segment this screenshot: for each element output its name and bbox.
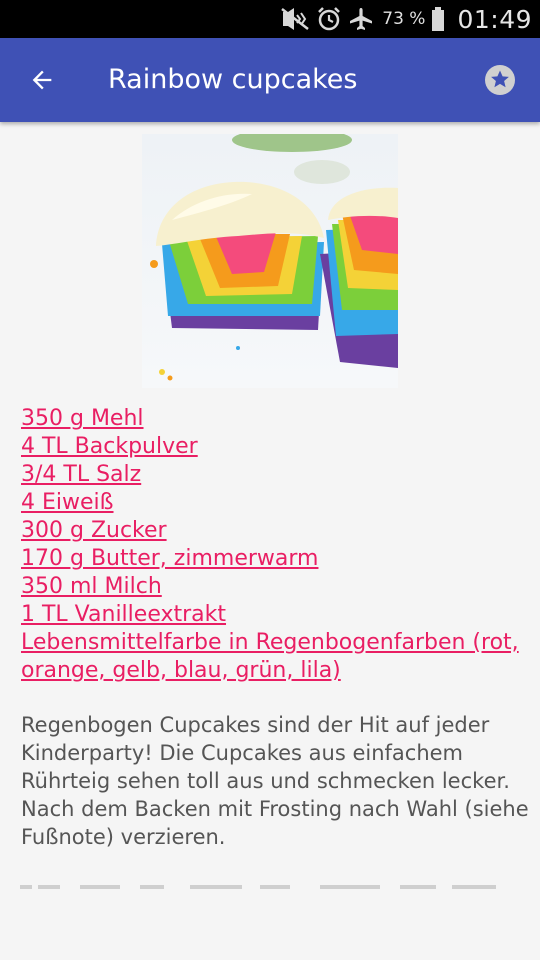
battery-icon [431,6,445,32]
recipe-description: Regenbogen Cupcakes sind der Hit auf jed… [21,713,529,849]
ingredient-link[interactable]: 350 ml Milch [21,574,162,599]
ingredient-item[interactable]: 1 TL Vanilleextrakt [21,601,521,629]
ingredient-item[interactable]: 3/4 TL Salz [21,461,521,489]
ingredient-link[interactable]: 170 g Butter, zimmerwarm [21,546,318,571]
ingredient-item[interactable]: Lebensmittelfarbe in Regenbogenfarben (r… [21,629,521,685]
ingredient-link[interactable]: 4 TL Backpulver [21,434,198,459]
ingredient-link[interactable]: 300 g Zucker [21,518,167,543]
alarm-icon [316,6,342,32]
ingredient-item[interactable]: 350 g Mehl [21,405,521,433]
status-bar: 73 % 01:49 [0,0,540,38]
ingredient-link[interactable]: 1 TL Vanilleextrakt [21,602,226,627]
arrow-back-icon [32,70,52,90]
ingredient-list: 350 g Mehl 4 TL Backpulver 3/4 TL Salz 4… [21,405,521,685]
battery-percent: 73 % [382,9,426,29]
ingredient-link[interactable]: 3/4 TL Salz [21,462,141,487]
status-icons: 73 % 01:49 [280,0,532,38]
ingredient-link[interactable]: 4 Eiweiß [21,490,114,515]
airplane-mode-icon [348,6,374,32]
mute-icon [280,7,310,31]
status-clock: 01:49 [457,4,532,34]
ingredient-item[interactable]: 170 g Butter, zimmerwarm [21,545,521,573]
app-bar: Rainbow cupcakes [0,38,540,122]
ingredient-item[interactable]: 4 TL Backpulver [21,433,521,461]
ingredient-link[interactable]: 350 g Mehl [21,406,144,431]
favorite-button[interactable] [476,56,524,104]
back-button[interactable] [18,56,66,104]
star-icon [485,65,515,95]
recipe-photo [142,134,398,388]
ingredient-item[interactable]: 350 ml Milch [21,573,521,601]
cut-off-text-line [20,878,500,890]
page-title: Rainbow cupcakes [108,64,358,95]
ingredient-link[interactable]: Lebensmittelfarbe in Regenbogenfarben (r… [21,630,519,683]
ingredient-item[interactable]: 4 Eiweiß [21,489,521,517]
ingredient-item[interactable]: 300 g Zucker [21,517,521,545]
